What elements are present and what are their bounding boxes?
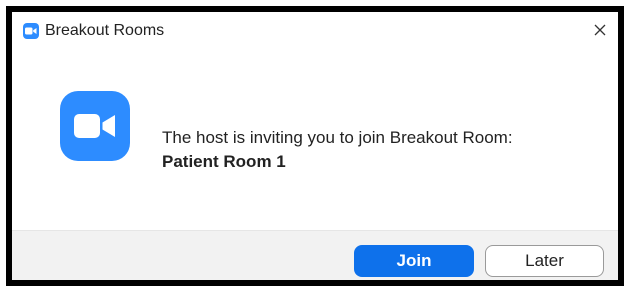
breakout-rooms-dialog: Breakout Rooms The host is inviting you … [6,6,624,286]
join-button[interactable]: Join [354,245,474,277]
later-button[interactable]: Later [485,245,604,277]
zoom-camera-icon [23,23,39,39]
window-title: Breakout Rooms [45,22,165,39]
title-bar: Breakout Rooms [12,12,618,48]
dialog-footer: Join Later [12,230,618,280]
dialog-content: The host is inviting you to join Breakou… [12,48,618,230]
zoom-camera-icon [60,91,130,161]
close-button[interactable] [586,16,614,44]
invite-message: The host is inviting you to join Breakou… [162,128,513,147]
room-name: Patient Room 1 [162,152,286,171]
close-icon [594,24,606,36]
